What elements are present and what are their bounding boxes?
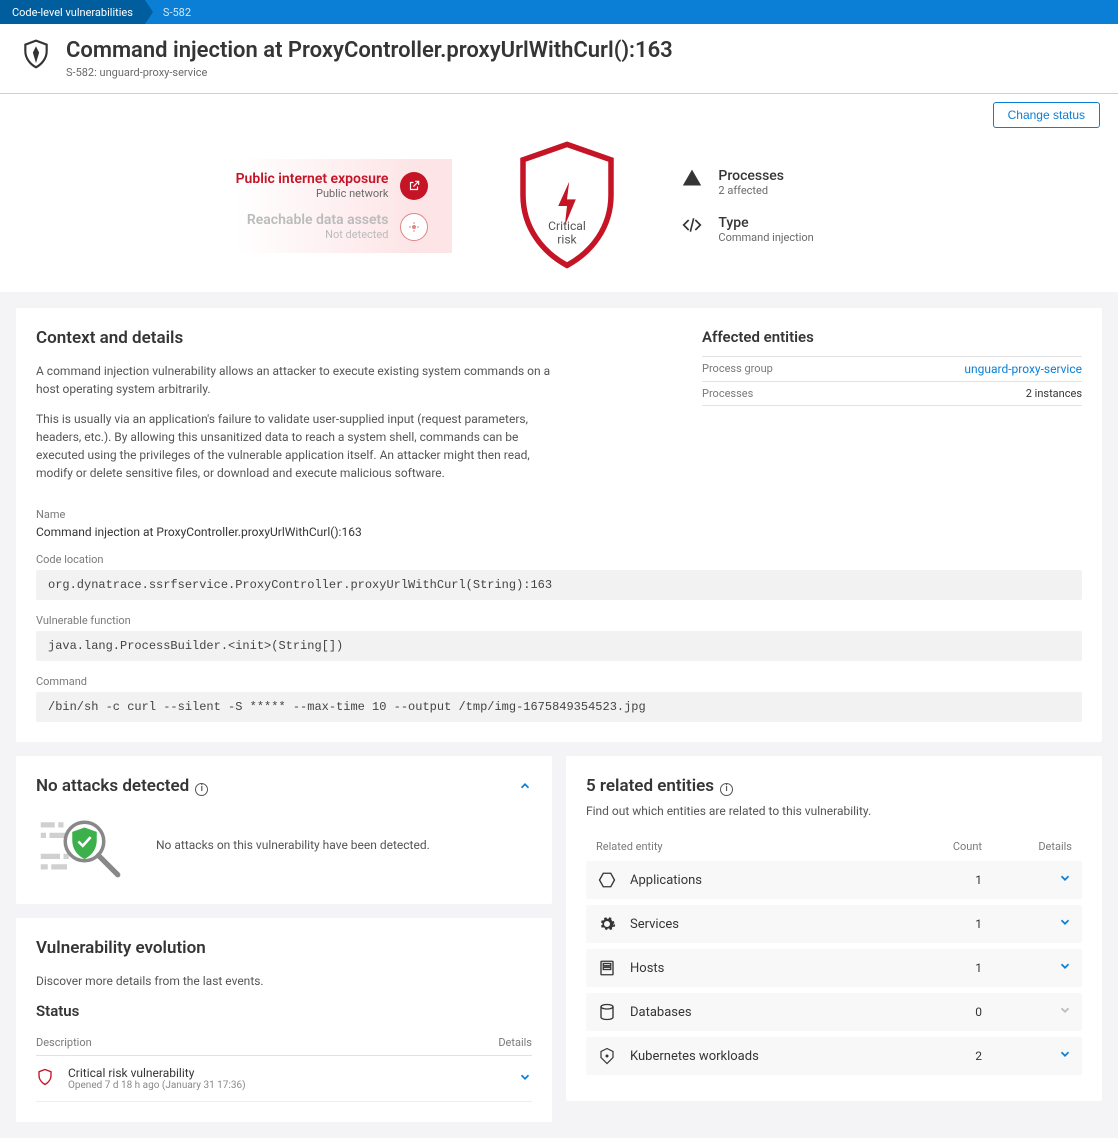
related-row[interactable]: Services 1 (586, 905, 1082, 943)
k8s-icon (596, 1047, 618, 1065)
affected-heading: Affected entities (702, 328, 1082, 346)
gear-icon (596, 915, 618, 933)
chevron-down-icon (1058, 1003, 1072, 1017)
command-label: Command (36, 675, 1082, 688)
related-row[interactable]: Kubernetes workloads 2 (586, 1037, 1082, 1075)
related-name: Applications (630, 873, 922, 888)
chevron-down-icon[interactable] (1058, 1047, 1072, 1061)
change-status-button[interactable]: Change status (993, 102, 1100, 128)
col-details: Details (472, 1036, 532, 1049)
affected-row: Process group unguard-proxy-service (702, 357, 1082, 382)
status-heading: Status (36, 1002, 532, 1020)
page-title: Command injection at ProxyController.pro… (66, 38, 673, 64)
evolution-intro: Discover more details from the last even… (36, 972, 532, 990)
evolution-card: Vulnerability evolution Discover more de… (16, 918, 552, 1122)
context-p2: This is usually via an application's fai… (36, 410, 556, 482)
affected-label: Processes (702, 387, 753, 400)
type-value: Command injection (718, 231, 813, 244)
related-count: 1 (922, 917, 982, 931)
processes-value: 2 affected (718, 184, 784, 197)
related-count: 2 (922, 1049, 982, 1063)
affected-value: 2 instances (1026, 387, 1082, 400)
breadcrumb-root[interactable]: Code-level vulnerabilities (0, 0, 145, 24)
exposure-internet-sub: Public network (236, 187, 389, 200)
related-row[interactable]: Applications 1 (586, 861, 1082, 899)
info-icon[interactable]: i (720, 783, 733, 796)
shield-icon (20, 38, 52, 70)
exposure-data-sub: Not detected (247, 228, 389, 241)
chevron-down-icon[interactable] (1058, 871, 1072, 885)
related-intro: Find out which entities are related to t… (586, 802, 1082, 820)
related-row: Databases 0 (586, 993, 1082, 1031)
vulnerable-function-label: Vulnerable function (36, 614, 1082, 627)
status-sub: Opened 7 d 18 h ago (January 31 17:36) (68, 1080, 246, 1091)
summary-banner: Change status Public internet exposure P… (0, 94, 1118, 292)
related-row[interactable]: Hosts 1 (586, 949, 1082, 987)
db-icon (596, 1003, 618, 1021)
related-count: 1 (922, 873, 982, 887)
svg-text:risk: risk (558, 233, 578, 247)
col-details: Details (982, 840, 1072, 853)
risk-shield-icon: Critical risk (512, 140, 622, 272)
code-icon (682, 215, 702, 235)
name-value: Command injection at ProxyController.pro… (36, 525, 1082, 539)
breadcrumb-current: S-582 (145, 2, 201, 23)
affected-value[interactable]: unguard-proxy-service (964, 362, 1082, 376)
processes-label: Processes (718, 168, 784, 184)
code-location-label: Code location (36, 553, 1082, 566)
data-asset-icon (400, 213, 428, 241)
exposure-data-title: Reachable data assets (247, 212, 389, 228)
info-icon[interactable]: i (195, 783, 208, 796)
attacks-card: No attacks detectedi No attacks on (16, 756, 552, 904)
collapse-icon[interactable] (518, 779, 532, 793)
host-icon (596, 959, 618, 977)
related-name: Databases (630, 1005, 922, 1020)
page-header: Command injection at ProxyController.pro… (0, 24, 1118, 94)
code-location-value: org.dynatrace.ssrfservice.ProxyControlle… (36, 570, 1082, 600)
page-subtitle: S-582: unguard-proxy-service (66, 66, 673, 79)
status-row[interactable]: Critical risk vulnerabilityOpened 7 d 18… (36, 1056, 532, 1102)
shield-alert-icon (36, 1068, 56, 1090)
exposure-internet-title: Public internet exposure (236, 171, 389, 187)
chevron-down-icon[interactable] (518, 1070, 532, 1084)
context-heading: Context and details (36, 328, 662, 348)
related-name: Services (630, 917, 922, 932)
col-description: Description (36, 1036, 472, 1049)
status-title: Critical risk vulnerability (68, 1066, 246, 1080)
context-card: Context and details A command injection … (16, 308, 1102, 742)
related-name: Hosts (630, 961, 922, 976)
globe-exit-icon (400, 172, 428, 200)
shield-scan-icon (36, 810, 126, 880)
evolution-heading: Vulnerability evolution (36, 938, 532, 958)
chevron-down-icon[interactable] (1058, 959, 1072, 973)
command-value: /bin/sh -c curl --silent -S ***** --max-… (36, 692, 1082, 722)
name-label: Name (36, 508, 1082, 521)
related-card: 5 related entities i Find out which entit… (566, 756, 1102, 1101)
hexagon-icon (596, 871, 618, 889)
type-label: Type (718, 215, 813, 231)
col-related-entity: Related entity (596, 840, 922, 853)
related-heading: 5 related entities (586, 776, 714, 796)
affected-label: Process group (702, 362, 773, 376)
warning-icon (682, 168, 702, 188)
svg-text:Critical: Critical (549, 220, 587, 234)
col-count: Count (922, 840, 982, 853)
related-name: Kubernetes workloads (630, 1049, 922, 1064)
breadcrumb-bar: Code-level vulnerabilities S-582 (0, 0, 1118, 24)
related-count: 1 (922, 961, 982, 975)
vulnerable-function-value: java.lang.ProcessBuilder.<init>(String[]… (36, 631, 1082, 661)
chevron-down-icon[interactable] (1058, 915, 1072, 929)
affected-row: Processes 2 instances (702, 382, 1082, 406)
attacks-message: No attacks on this vulnerability have be… (156, 838, 430, 852)
context-p1: A command injection vulnerability allows… (36, 362, 556, 398)
attacks-heading: No attacks detected (36, 776, 189, 796)
related-count: 0 (922, 1005, 982, 1019)
